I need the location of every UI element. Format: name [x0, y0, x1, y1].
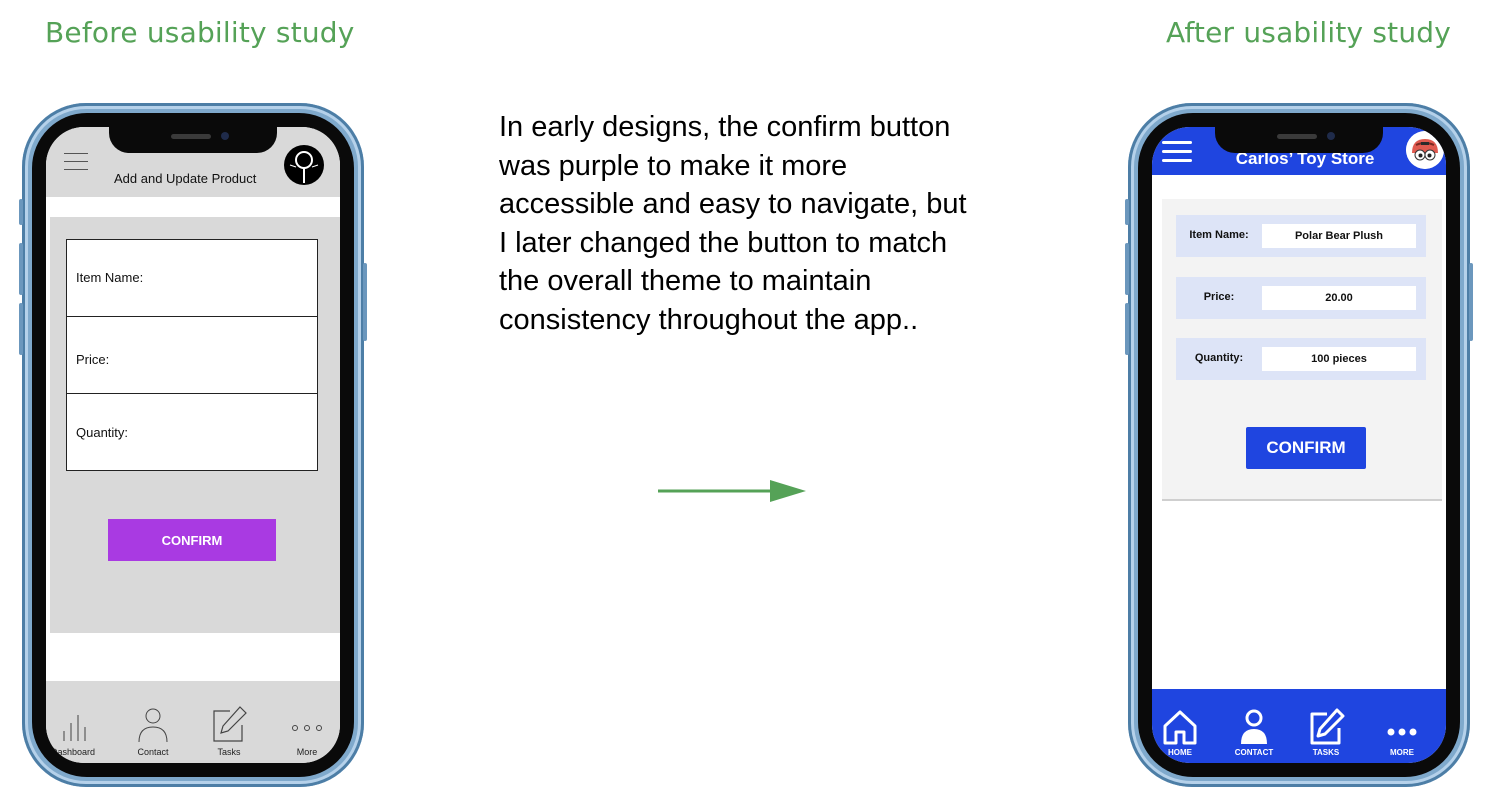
- nav-item-tasks[interactable]: TASKS: [1296, 708, 1356, 757]
- confirm-button[interactable]: CONFIRM: [1246, 427, 1366, 469]
- quantity-row: Quantity: 100 pieces: [1176, 338, 1426, 380]
- nav-item-more[interactable]: More: [272, 713, 340, 757]
- before-heading: Before usability study: [45, 16, 355, 49]
- nav-label: Dashboard: [50, 747, 96, 757]
- price-field[interactable]: 20.00: [1262, 286, 1416, 310]
- nav-item-contact[interactable]: CONTACT: [1224, 708, 1284, 757]
- nav-label: CONTACT: [1234, 748, 1274, 757]
- before-form-panel: Item Name: Price: Quantity: CONFIRM: [50, 217, 340, 633]
- nav-item-home[interactable]: HOME: [1152, 708, 1210, 757]
- home-icon: [1163, 710, 1197, 745]
- quantity-label: Quantity:: [76, 425, 129, 440]
- item-name-field[interactable]: Item Name:: [67, 240, 317, 317]
- price-label: Price:: [76, 352, 110, 367]
- nav-item-tasks[interactable]: Tasks: [194, 705, 264, 757]
- nav-item-contact[interactable]: Contact: [118, 707, 188, 757]
- bar-chart-icon: [63, 715, 86, 741]
- before-form: Item Name: Price: Quantity:: [66, 239, 318, 471]
- nav-label: HOME: [1168, 748, 1192, 757]
- edit-icon: [213, 706, 247, 742]
- description-text: In early designs, the confirm button was…: [499, 111, 967, 336]
- edit-icon: [1310, 708, 1345, 745]
- quantity-field[interactable]: Quantity:: [67, 394, 317, 470]
- toy-avatar-icon: [1406, 131, 1444, 169]
- nav-label: Tasks: [217, 747, 241, 757]
- after-bottom-nav: HOME CONTACT TASKS MORE: [1152, 689, 1446, 763]
- nav-label: TASKS: [1312, 748, 1340, 757]
- quantity-label: Quantity:: [1194, 352, 1244, 364]
- before-bottom-nav: Dashboard Contact Tasks More: [46, 681, 340, 763]
- more-icon: [292, 725, 322, 731]
- avatar[interactable]: [1406, 131, 1444, 169]
- item-name-label: Item Name:: [1189, 229, 1249, 241]
- nav-item-more[interactable]: MORE: [1372, 708, 1432, 757]
- right-arrow-icon: [658, 480, 806, 502]
- item-name-label: Item Name:: [76, 270, 144, 285]
- after-heading: After usability study: [1166, 16, 1452, 49]
- after-screen: Carlos’ Toy Store Item Name: Polar Bear …: [1152, 127, 1446, 763]
- price-field[interactable]: Price:: [67, 317, 317, 394]
- nav-label: More: [296, 747, 318, 757]
- hamburger-menu-icon[interactable]: [64, 153, 88, 177]
- phone-notch: [1215, 127, 1383, 153]
- price-label: Price:: [1203, 291, 1235, 303]
- phone-notch: [109, 127, 277, 153]
- item-name-field[interactable]: Polar Bear Plush: [1262, 224, 1416, 248]
- price-row: Price: 20.00: [1176, 277, 1426, 319]
- before-screen: Add and Update Product Item Name: Price:: [46, 127, 340, 763]
- quantity-field[interactable]: 100 pieces: [1262, 347, 1416, 371]
- person-icon: [1241, 709, 1267, 744]
- more-icon: [1387, 728, 1417, 736]
- logo-icon: [284, 145, 324, 185]
- person-icon: [138, 708, 168, 743]
- before-phone-mockup: Add and Update Product Item Name: Price:: [19, 103, 367, 787]
- after-phone-mockup: Carlos’ Toy Store Item Name: Polar Bear …: [1125, 103, 1473, 787]
- nav-item-dashboard[interactable]: Dashboard: [46, 709, 108, 757]
- confirm-button[interactable]: CONFIRM: [108, 519, 276, 561]
- nav-label: MORE: [1390, 748, 1414, 757]
- after-form-panel: Item Name: Polar Bear Plush Price: 20.00…: [1162, 199, 1442, 501]
- nav-label: Contact: [137, 747, 169, 757]
- before-page-title: Add and Update Product: [114, 171, 257, 186]
- item-name-row: Item Name: Polar Bear Plush: [1176, 215, 1426, 257]
